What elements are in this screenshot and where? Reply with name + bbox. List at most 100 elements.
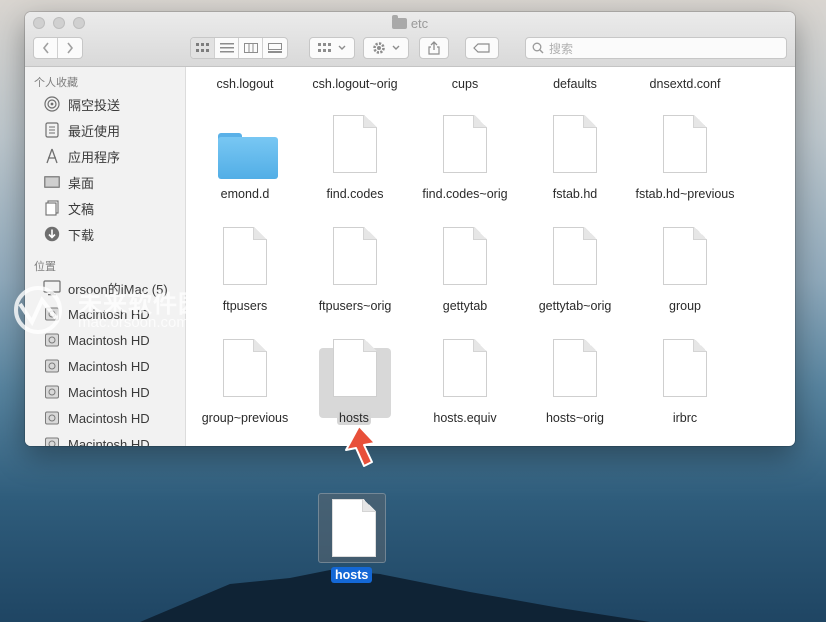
dragged-file[interactable] (318, 493, 386, 563)
gallery-view-button[interactable] (263, 38, 287, 58)
file-item[interactable]: hosts~orig (520, 339, 630, 431)
file-label: ftpusers~orig (318, 299, 392, 313)
file-label: gettytab~orig (538, 299, 612, 313)
sidebar-item-label: Macintosh HD (68, 410, 150, 426)
sidebar-item-desktop[interactable]: 桌面 (42, 171, 94, 193)
document-icon (550, 339, 600, 399)
sidebar: 个人收藏 隔空投送 最近使用 应用程序 桌面 文稿 下载 位置 orsoon的i… (25, 67, 186, 446)
file-item[interactable]: find.codes (300, 115, 410, 207)
disk-icon (42, 357, 62, 375)
document-icon (330, 115, 380, 175)
file-item[interactable]: dnsextd.conf (630, 75, 740, 93)
list-view-button[interactable] (215, 38, 239, 58)
chevron-down-icon (338, 45, 346, 50)
document-icon (220, 339, 270, 399)
airdrop-icon (42, 95, 62, 113)
back-button[interactable] (34, 38, 58, 58)
document-icon (220, 227, 270, 287)
document-icon (660, 115, 710, 175)
group-button[interactable] (309, 37, 355, 59)
file-label: gettytab (442, 299, 488, 313)
document-icon (660, 227, 710, 287)
file-label: group~previous (201, 411, 289, 425)
action-button[interactable] (363, 37, 409, 59)
favorites-header: 个人收藏 (34, 77, 78, 89)
file-label: hosts (337, 411, 371, 425)
document-icon (330, 339, 380, 399)
list-icon (219, 43, 234, 53)
sidebar-item-disk[interactable]: Macintosh HD (42, 407, 150, 429)
file-item[interactable]: hosts.equiv (410, 339, 520, 431)
file-item[interactable]: defaults (520, 75, 630, 93)
tags-button[interactable] (465, 37, 499, 59)
share-icon (428, 41, 440, 55)
file-item[interactable]: gettytab (410, 227, 520, 319)
file-item[interactable]: gettytab~orig (520, 227, 630, 319)
dragged-file-label: hosts (331, 567, 373, 583)
columns-icon (243, 43, 258, 53)
file-item[interactable]: irbrc (630, 339, 740, 431)
file-item[interactable]: csh.logout~orig (300, 75, 410, 93)
toolbar: etc 搜索 (25, 12, 795, 67)
nav-buttons (33, 37, 83, 59)
file-label: emond.d (220, 187, 270, 201)
file-item[interactable]: group (630, 227, 740, 319)
document-icon (440, 339, 490, 399)
disk-icon (42, 383, 62, 401)
sidebar-item-disk[interactable]: Macintosh HD (42, 433, 150, 446)
sidebar-item-label: 隔空投送 (68, 97, 121, 113)
disk-icon (42, 435, 62, 446)
share-button[interactable] (419, 37, 449, 59)
icon-view-button[interactable] (191, 38, 215, 58)
sidebar-item-recents[interactable]: 最近使用 (42, 119, 120, 141)
file-item[interactable]: csh.logout (190, 75, 300, 93)
file-label: hosts.equiv (433, 411, 497, 425)
chevron-down-icon (392, 45, 400, 50)
watermark-logo-icon (14, 286, 62, 334)
document-icon (660, 339, 710, 399)
sidebar-item-label: Macintosh HD (68, 436, 150, 447)
sidebar-item-airdrop[interactable]: 隔空投送 (42, 93, 120, 115)
search-placeholder: 搜索 (549, 41, 574, 56)
column-view-button[interactable] (239, 38, 263, 58)
file-item[interactable]: group~previous (190, 339, 300, 431)
folder-item[interactable]: emond.d (190, 125, 300, 207)
chevron-left-icon (42, 42, 49, 54)
search-field[interactable]: 搜索 (525, 37, 787, 59)
sidebar-item-documents[interactable]: 文稿 (42, 197, 94, 219)
recents-icon (42, 121, 62, 139)
folder-icon (391, 15, 407, 29)
documents-icon (42, 199, 62, 217)
sidebar-item-label: 应用程序 (68, 149, 121, 165)
document-icon (550, 227, 600, 287)
watermark: 未来软件园 mac.orsoon.com (10, 282, 210, 338)
sidebar-item-applications[interactable]: 应用程序 (42, 145, 120, 167)
search-icon (532, 42, 544, 54)
applications-icon (42, 147, 62, 165)
file-item[interactable]: ftpusers~orig (300, 227, 410, 319)
chevron-right-icon (67, 42, 74, 54)
file-item-selected[interactable]: hosts (300, 339, 410, 431)
document-icon (440, 227, 490, 287)
file-item[interactable]: find.codes~orig (410, 115, 520, 207)
sidebar-item-disk[interactable]: Macintosh HD (42, 355, 150, 377)
file-label: dnsextd.conf (649, 77, 721, 91)
file-label: defaults (553, 77, 597, 91)
forward-button[interactable] (58, 38, 82, 58)
file-label: hosts~orig (545, 411, 605, 425)
file-item[interactable]: fstab.hd~previous (630, 115, 740, 207)
desktop-mountain (140, 570, 650, 622)
disk-icon (42, 409, 62, 427)
sidebar-item-label: 文稿 (68, 201, 95, 217)
sidebar-item-label: Macintosh HD (68, 358, 150, 374)
file-label: csh.logout~orig (312, 77, 398, 91)
desktop-icon (42, 173, 62, 191)
sidebar-item-downloads[interactable]: 下载 (42, 223, 94, 245)
file-item[interactable]: fstab.hd (520, 115, 630, 207)
file-item[interactable]: cups (410, 75, 520, 93)
sidebar-item-label: 桌面 (68, 175, 95, 191)
grid-icon (195, 43, 209, 52)
sidebar-item-disk[interactable]: Macintosh HD (42, 381, 150, 403)
locations-header: 位置 (34, 261, 56, 273)
file-label: fstab.hd (552, 187, 598, 201)
